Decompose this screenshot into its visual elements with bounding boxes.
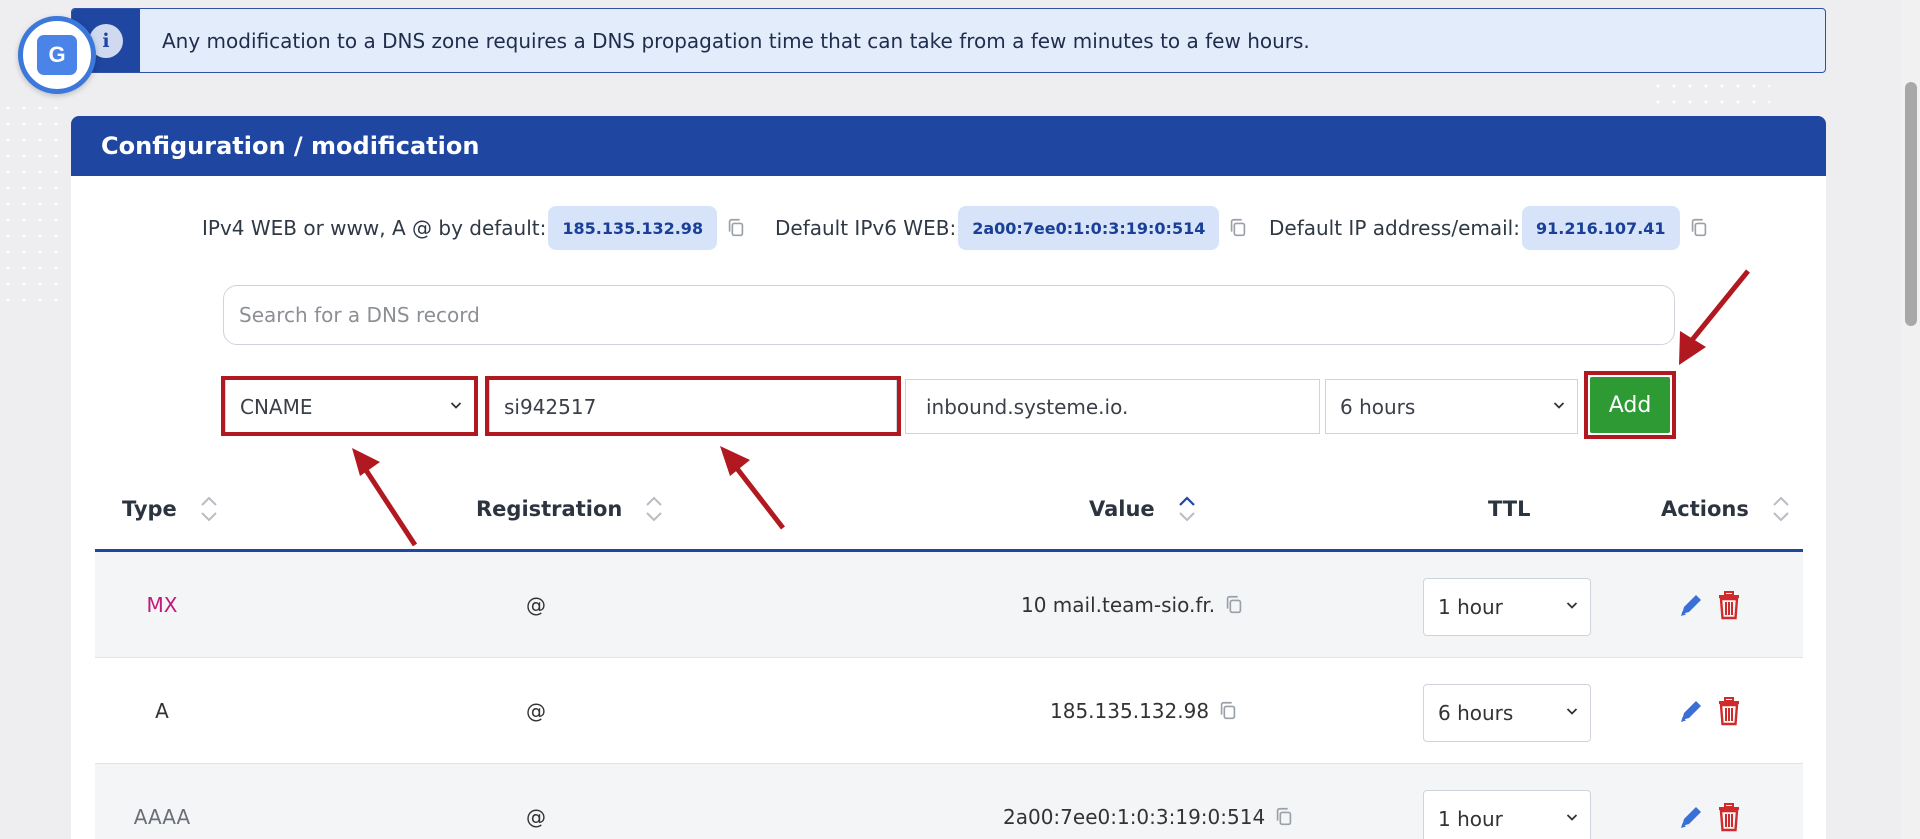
decorative-dots <box>0 100 70 310</box>
record-value-cell: 10 mail.team-sio.fr. <box>1021 552 1245 658</box>
chevron-down-icon <box>450 401 462 409</box>
pencil-icon[interactable] <box>1676 695 1706 727</box>
record-type: A <box>155 699 169 723</box>
copy-icon[interactable] <box>1273 806 1295 828</box>
table-row: MX @ 10 mail.team-sio.fr. 1 hour <box>95 552 1803 658</box>
default-ip-row: IPv4 WEB or www, A @ by default: 185.135… <box>71 206 1826 250</box>
header-value[interactable]: Value <box>1089 466 1197 552</box>
card-title: Configuration / modification <box>71 116 1826 176</box>
dns-propagation-notice: i Any modification to a DNS zone require… <box>71 8 1826 73</box>
ttl-select[interactable]: 6 hours <box>1325 379 1578 434</box>
sort-icon[interactable] <box>199 494 219 524</box>
dns-search-input[interactable] <box>223 285 1675 345</box>
email-ip-group: Default IP address/email: 91.216.107.41 <box>1269 206 1710 250</box>
registration-value: si942517 <box>504 394 597 419</box>
trash-icon[interactable] <box>1714 589 1744 621</box>
page-scrollbar[interactable] <box>1902 0 1920 839</box>
registration-input[interactable]: si942517 <box>489 379 897 434</box>
value-input-value: inbound.systeme.io. <box>926 394 1129 419</box>
chevron-down-icon <box>1566 602 1578 609</box>
dns-records-table: Type Registration Value TTL Actions MX @ <box>95 466 1803 839</box>
chevron-down-icon <box>1553 401 1565 409</box>
email-ip-value: 91.216.107.41 <box>1521 206 1680 250</box>
add-record-button[interactable]: Add <box>1590 377 1670 433</box>
pencil-icon[interactable] <box>1676 801 1706 833</box>
record-value: 185.135.132.98 <box>1050 699 1210 723</box>
value-input[interactable]: inbound.systeme.io. <box>905 379 1320 434</box>
record-value: 10 mail.team-sio.fr. <box>1021 593 1216 617</box>
ipv4-group: IPv4 WEB or www, A @ by default: 185.135… <box>202 206 747 250</box>
record-actions <box>1676 658 1744 764</box>
ipv6-value: 2a00:7ee0:1:0:3:19:0:514 <box>958 206 1220 250</box>
trash-icon[interactable] <box>1714 801 1744 833</box>
record-value-cell: 185.135.132.98 <box>1050 658 1239 764</box>
chevron-down-icon <box>1566 708 1578 715</box>
ipv6-label: Default IPv6 WEB: <box>775 216 957 240</box>
copy-icon[interactable] <box>725 217 747 239</box>
ttl-value: 6 hours <box>1340 394 1416 419</box>
pencil-icon[interactable] <box>1676 589 1706 621</box>
copy-icon[interactable] <box>1688 217 1710 239</box>
chevron-down-icon <box>1566 814 1578 821</box>
sort-icon[interactable] <box>1177 494 1197 524</box>
record-value-cell: 2a00:7ee0:1:0:3:19:0:514 <box>1003 764 1295 839</box>
copy-icon[interactable] <box>1227 217 1249 239</box>
ipv6-group: Default IPv6 WEB: 2a00:7ee0:1:0:3:19:0:5… <box>775 206 1249 250</box>
table-row: A @ 185.135.132.98 6 hours <box>95 658 1803 764</box>
record-ttl-select[interactable]: 6 hours <box>1423 684 1591 742</box>
record-registration: @ <box>526 805 546 829</box>
header-registration[interactable]: Registration <box>476 466 664 552</box>
sort-icon[interactable] <box>1771 494 1791 524</box>
table-header: Type Registration Value TTL Actions <box>95 466 1803 552</box>
copy-icon[interactable] <box>1217 700 1239 722</box>
record-type-select[interactable]: CNAME <box>225 379 475 434</box>
google-translate-badge[interactable]: G <box>18 16 96 94</box>
record-ttl-select[interactable]: 1 hour <box>1423 578 1591 636</box>
record-ttl-select[interactable]: 1 hour <box>1423 790 1591 839</box>
copy-icon[interactable] <box>1223 594 1245 616</box>
header-ttl: TTL <box>1488 497 1531 521</box>
notice-text: Any modification to a DNS zone requires … <box>162 28 1310 53</box>
record-type: AAAA <box>133 805 191 829</box>
header-actions[interactable]: Actions <box>1661 466 1791 552</box>
record-registration: @ <box>526 593 546 617</box>
scrollbar-thumb[interactable] <box>1905 82 1917 326</box>
sort-icon[interactable] <box>644 494 664 524</box>
record-registration: @ <box>526 699 546 723</box>
highlight-add-box: Add <box>1584 371 1676 439</box>
email-ip-label: Default IP address/email: <box>1269 216 1520 240</box>
record-actions <box>1676 764 1744 839</box>
table-row: AAAA @ 2a00:7ee0:1:0:3:19:0:514 1 hour <box>95 764 1803 839</box>
header-type[interactable]: Type <box>122 466 219 552</box>
record-actions <box>1676 552 1744 658</box>
ipv4-value: 185.135.132.98 <box>548 206 718 250</box>
configuration-card: Configuration / modification IPv4 WEB or… <box>71 116 1826 839</box>
record-value: 2a00:7ee0:1:0:3:19:0:514 <box>1003 805 1266 829</box>
trash-icon[interactable] <box>1714 695 1744 727</box>
google-translate-icon: G <box>37 35 77 75</box>
record-type: MX <box>146 593 178 617</box>
ipv4-label: IPv4 WEB or www, A @ by default: <box>202 216 547 240</box>
record-type-value: CNAME <box>240 394 313 419</box>
